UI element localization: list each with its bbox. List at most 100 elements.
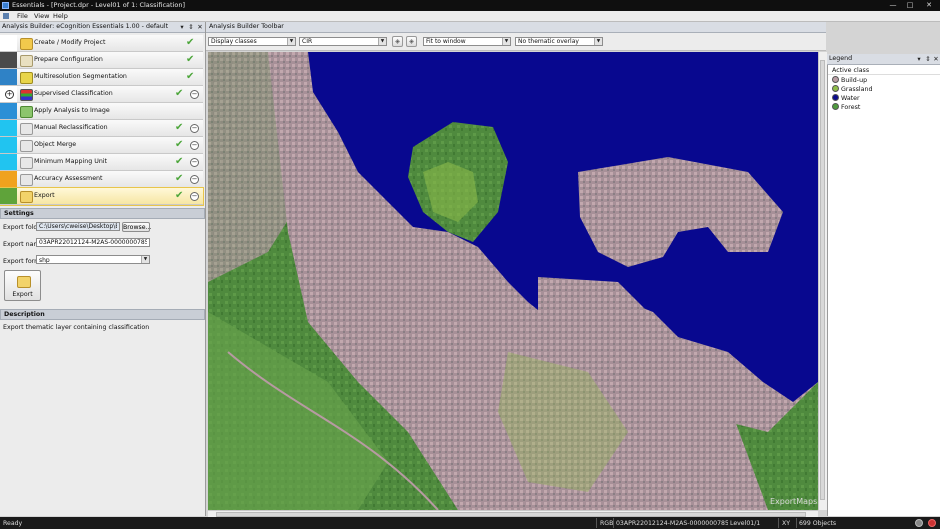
legend-swatch bbox=[832, 76, 839, 83]
menu-view[interactable]: View bbox=[34, 12, 49, 20]
merge-icon bbox=[20, 140, 33, 152]
remove-step-icon[interactable]: − bbox=[190, 90, 199, 99]
check-icon: ✔ bbox=[175, 122, 184, 133]
settings-header: Settings bbox=[0, 208, 205, 219]
step-accuracy-assessment[interactable]: Accuracy Assessment ✔ − bbox=[0, 171, 203, 188]
panel-close-button[interactable]: ✕ bbox=[196, 22, 204, 32]
legend-item-buildup[interactable]: Build-up bbox=[832, 76, 867, 84]
step-color-swatch bbox=[0, 120, 17, 136]
analysis-builder-header: Analysis Builder: eCognition Essentials … bbox=[0, 22, 205, 33]
status-image-name: 03APR22012124-M2AS-000000078588_01_P001 bbox=[616, 520, 728, 527]
step-minimum-mapping-unit[interactable]: Minimum Mapping Unit ✔ − bbox=[0, 154, 203, 171]
menu-file[interactable]: File bbox=[17, 12, 28, 20]
export-format-select[interactable]: shp ▼ bbox=[36, 255, 150, 264]
remove-step-icon[interactable]: − bbox=[190, 141, 199, 150]
remove-step-icon[interactable]: − bbox=[190, 175, 199, 184]
display-mode-select[interactable]: Display classes ▼ bbox=[208, 37, 296, 46]
export-name-field[interactable] bbox=[36, 238, 150, 247]
status-divider bbox=[613, 518, 614, 528]
legend-item-water[interactable]: Water bbox=[832, 94, 860, 102]
panel-menu-button[interactable]: ▾ bbox=[178, 22, 186, 32]
tray-globe-icon[interactable] bbox=[915, 519, 923, 527]
classification-icon bbox=[20, 89, 33, 101]
tray-record-icon[interactable] bbox=[928, 519, 936, 527]
analysis-builder-title: Analysis Builder: eCognition Essentials … bbox=[2, 23, 169, 30]
status-coordinates: XY bbox=[782, 520, 791, 527]
description-header: Description bbox=[0, 309, 205, 320]
zoom-value: Fit to window bbox=[426, 38, 466, 45]
chevron-down-icon: ▼ bbox=[287, 38, 295, 45]
step-color-swatch bbox=[0, 171, 17, 187]
step-label: Minimum Mapping Unit bbox=[34, 158, 108, 165]
legend-header: Legend ▾ ⇕ ✕ bbox=[827, 54, 940, 65]
map-vertical-scrollbar[interactable] bbox=[818, 52, 827, 510]
minimize-button[interactable]: — bbox=[886, 0, 900, 10]
step-color-swatch bbox=[0, 137, 17, 153]
panel-pin-button[interactable]: ⇕ bbox=[187, 22, 195, 32]
image-mode-select[interactable]: CIR ▼ bbox=[299, 37, 387, 46]
accuracy-icon bbox=[20, 174, 33, 186]
step-multiresolution-segmentation[interactable]: Multiresolution Segmentation ✔ bbox=[0, 69, 203, 86]
check-icon: ✔ bbox=[186, 54, 195, 65]
step-label: Prepare Configuration bbox=[34, 56, 103, 63]
description-title: Description bbox=[4, 311, 45, 318]
remove-step-icon[interactable]: − bbox=[190, 158, 199, 167]
menu-help[interactable]: Help bbox=[53, 12, 68, 20]
map-view[interactable]: ExportMaps bbox=[208, 52, 818, 510]
close-button[interactable]: ✕ bbox=[922, 0, 936, 10]
step-apply-analysis-to-image[interactable]: Apply Analysis to Image bbox=[0, 103, 203, 120]
status-object-count: 699 Objects bbox=[799, 520, 837, 527]
legend-close-button[interactable]: ✕ bbox=[932, 54, 940, 64]
vertical-scroll-thumb[interactable] bbox=[820, 60, 825, 500]
remove-step-icon[interactable]: − bbox=[190, 192, 199, 201]
legend-title: Legend bbox=[829, 55, 853, 62]
step-label: Multiresolution Segmentation bbox=[34, 73, 127, 80]
analysis-builder-panel: Analysis Builder: eCognition Essentials … bbox=[0, 22, 206, 516]
legend-pin-button[interactable]: ⇕ bbox=[924, 54, 932, 64]
image-mode-value: CIR bbox=[302, 38, 313, 45]
legend-item-forest[interactable]: Forest bbox=[832, 103, 860, 111]
check-icon: ✔ bbox=[175, 88, 184, 99]
step-color-swatch bbox=[0, 52, 17, 68]
check-icon: ✔ bbox=[175, 190, 184, 201]
zoom-select[interactable]: Fit to window ▼ bbox=[423, 37, 511, 46]
app-icon bbox=[2, 2, 9, 9]
step-label: Apply Analysis to Image bbox=[34, 107, 110, 114]
window-title-bar: Essentials - [Project.dpr - Level01 of 1… bbox=[0, 0, 940, 11]
config-icon bbox=[20, 55, 33, 67]
step-object-merge[interactable]: Object Merge ✔ − bbox=[0, 137, 203, 154]
step-color-swatch bbox=[0, 154, 17, 170]
maximize-button[interactable]: □ bbox=[903, 0, 917, 10]
step-manual-reclassification[interactable]: Manual Reclassification ✔ − bbox=[0, 120, 203, 137]
step-color-swatch bbox=[0, 103, 17, 119]
segmentation-icon bbox=[20, 72, 33, 84]
legend-swatch bbox=[832, 85, 839, 92]
step-label: Object Merge bbox=[34, 141, 77, 148]
menu-bar: File View Help bbox=[0, 11, 940, 22]
toolbar-title: Analysis Builder Toolbar bbox=[209, 23, 284, 30]
analysis-toolbar: Display classes ▼ CIR ▼ ◈ ◈ Fit to windo… bbox=[206, 33, 826, 51]
legend-panel: Active class Build-up Grassland Water Fo… bbox=[827, 65, 940, 516]
step-supervised-classification[interactable]: + Supervised Classification ✔ − bbox=[0, 86, 203, 103]
folder-icon bbox=[20, 38, 33, 50]
step-create-modify-project[interactable]: Create / Modify Project ✔ bbox=[0, 35, 203, 52]
browse-button[interactable]: Browse... bbox=[122, 222, 151, 232]
export-icon bbox=[20, 191, 33, 203]
legend-item-grassland[interactable]: Grassland bbox=[832, 85, 873, 93]
overlay-icon[interactable]: ◈ bbox=[406, 36, 417, 47]
export-icon bbox=[17, 276, 31, 288]
step-label: Create / Modify Project bbox=[34, 39, 106, 46]
check-icon: ✔ bbox=[186, 37, 195, 48]
expand-icon[interactable]: + bbox=[5, 90, 14, 99]
layers-icon[interactable]: ◈ bbox=[392, 36, 403, 47]
step-color-swatch bbox=[0, 188, 17, 204]
status-divider bbox=[796, 518, 797, 528]
step-export[interactable]: Export ✔ − bbox=[0, 187, 204, 206]
export-run-button[interactable]: Export bbox=[4, 270, 41, 301]
legend-item-label: Forest bbox=[841, 104, 861, 111]
export-folder-field[interactable] bbox=[36, 222, 120, 231]
thematic-overlay-select[interactable]: No thematic overlay ▼ bbox=[515, 37, 603, 46]
step-prepare-configuration[interactable]: Prepare Configuration ✔ bbox=[0, 52, 203, 69]
legend-menu-button[interactable]: ▾ bbox=[915, 54, 923, 64]
remove-step-icon[interactable]: − bbox=[190, 124, 199, 133]
